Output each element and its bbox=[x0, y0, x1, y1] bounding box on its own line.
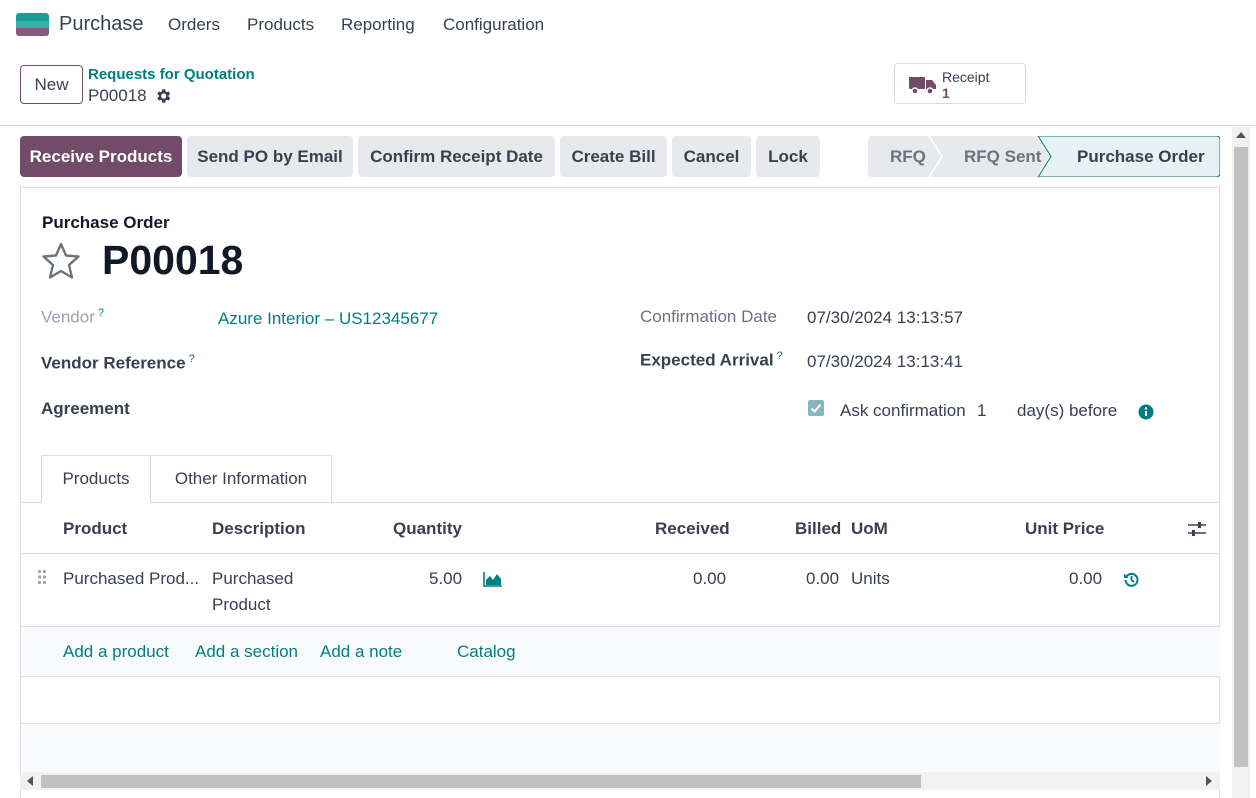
vendor-reference-label: Vendor Reference? bbox=[41, 353, 195, 373]
row-description-line1[interactable]: Purchased bbox=[212, 569, 293, 589]
col-billed[interactable]: Billed bbox=[795, 519, 841, 539]
col-unit-price[interactable]: Unit Price bbox=[1025, 519, 1104, 539]
row-product[interactable]: Purchased Prod... bbox=[63, 569, 199, 589]
menu-products[interactable]: Products bbox=[247, 15, 314, 35]
row-separator bbox=[21, 676, 1220, 677]
stage-rfq-sent[interactable]: RFQ Sent bbox=[964, 136, 1041, 177]
app-logo-icon[interactable] bbox=[16, 13, 49, 36]
new-button[interactable]: New bbox=[20, 65, 83, 104]
expected-arrival-value[interactable]: 07/30/2024 13:13:41 bbox=[807, 352, 963, 372]
form-sheet: Purchase Order P00018 Vendor? Azure Inte… bbox=[20, 187, 1220, 798]
empty-row bbox=[21, 724, 1220, 774]
stage-purchase-order[interactable]: Purchase Order bbox=[1077, 136, 1205, 177]
vendor-label: Vendor? bbox=[41, 307, 105, 327]
create-bill-button[interactable]: Create Bill bbox=[560, 136, 667, 177]
stage-rfq[interactable]: RFQ bbox=[890, 136, 926, 177]
tab-other-information[interactable]: Other Information bbox=[151, 455, 332, 503]
expected-arrival-label: Expected Arrival? bbox=[640, 350, 783, 370]
row-quantity[interactable]: 5.00 bbox=[429, 569, 462, 589]
scroll-left-icon[interactable] bbox=[26, 776, 34, 786]
breadcrumb-current-record: P00018 bbox=[88, 86, 147, 105]
vendor-field[interactable]: Azure Interior – US12345677 bbox=[218, 309, 438, 329]
receipt-label: Receipt bbox=[942, 69, 990, 85]
horizontal-scrollbar[interactable] bbox=[20, 772, 1220, 790]
menu-reporting[interactable]: Reporting bbox=[341, 15, 415, 35]
receive-products-button[interactable]: Receive Products bbox=[20, 136, 182, 177]
menu-configuration[interactable]: Configuration bbox=[443, 15, 544, 35]
col-product[interactable]: Product bbox=[63, 519, 127, 539]
star-icon[interactable] bbox=[41, 241, 81, 281]
catalog-link[interactable]: Catalog bbox=[457, 642, 516, 662]
row-description-line2[interactable]: Product bbox=[212, 595, 271, 615]
status-bar: RFQ RFQ Sent Purchase Order bbox=[868, 136, 1220, 177]
app-name[interactable]: Purchase bbox=[59, 13, 144, 36]
gear-icon[interactable] bbox=[154, 87, 172, 105]
col-uom[interactable]: UoM bbox=[851, 519, 888, 539]
control-panel: New Requests for Quotation P00018 Receip… bbox=[0, 50, 1256, 126]
ask-confirmation-days[interactable]: 1 bbox=[977, 401, 986, 421]
add-section-link[interactable]: Add a section bbox=[195, 642, 298, 662]
history-icon[interactable] bbox=[1123, 571, 1140, 588]
document-title: P00018 bbox=[102, 237, 244, 283]
confirm-receipt-date-button[interactable]: Confirm Receipt Date bbox=[358, 136, 555, 177]
agreement-label: Agreement bbox=[41, 399, 130, 418]
receipt-count: 1 bbox=[942, 85, 950, 101]
header-separator bbox=[21, 553, 1220, 554]
add-note-link[interactable]: Add a note bbox=[320, 642, 402, 662]
receipt-smart-button[interactable]: Receipt 1 bbox=[894, 63, 1026, 104]
col-received[interactable]: Received bbox=[655, 519, 730, 539]
drag-handle-icon[interactable] bbox=[37, 569, 47, 585]
add-product-link[interactable]: Add a product bbox=[63, 642, 169, 662]
confirmation-date-label: Confirmation Date bbox=[640, 307, 778, 326]
menu-orders[interactable]: Orders bbox=[168, 15, 220, 35]
days-before-label: day(s) before bbox=[1017, 401, 1118, 420]
row-unit-price[interactable]: 0.00 bbox=[1069, 569, 1102, 589]
top-navbar: Purchase Orders Products Reporting Confi… bbox=[0, 0, 1256, 50]
document-type-label: Purchase Order bbox=[42, 213, 170, 232]
row-billed[interactable]: 0.00 bbox=[806, 569, 839, 589]
confirmation-date-value[interactable]: 07/30/2024 13:13:57 bbox=[807, 308, 963, 328]
vertical-scrollbar[interactable] bbox=[1232, 127, 1250, 798]
scroll-thumb[interactable] bbox=[41, 775, 921, 788]
ask-confirmation-checkbox[interactable] bbox=[808, 400, 824, 416]
ask-confirmation-label: Ask confirmation bbox=[840, 401, 966, 420]
row-received[interactable]: 0.00 bbox=[693, 569, 726, 589]
col-quantity[interactable]: Quantity bbox=[393, 519, 462, 539]
col-description[interactable]: Description bbox=[212, 519, 306, 539]
lock-button[interactable]: Lock bbox=[756, 136, 820, 177]
optional-columns-icon[interactable] bbox=[1187, 520, 1207, 538]
scroll-right-icon[interactable] bbox=[1205, 776, 1213, 786]
forecast-chart-icon[interactable] bbox=[483, 571, 503, 587]
truck-icon bbox=[909, 77, 936, 95]
tab-products[interactable]: Products bbox=[41, 455, 151, 503]
cancel-button[interactable]: Cancel bbox=[672, 136, 751, 177]
info-icon[interactable] bbox=[1138, 404, 1154, 420]
breadcrumb-rfq[interactable]: Requests for Quotation bbox=[88, 66, 255, 83]
row-uom[interactable]: Units bbox=[851, 569, 890, 589]
send-po-email-button[interactable]: Send PO by Email bbox=[187, 136, 353, 177]
